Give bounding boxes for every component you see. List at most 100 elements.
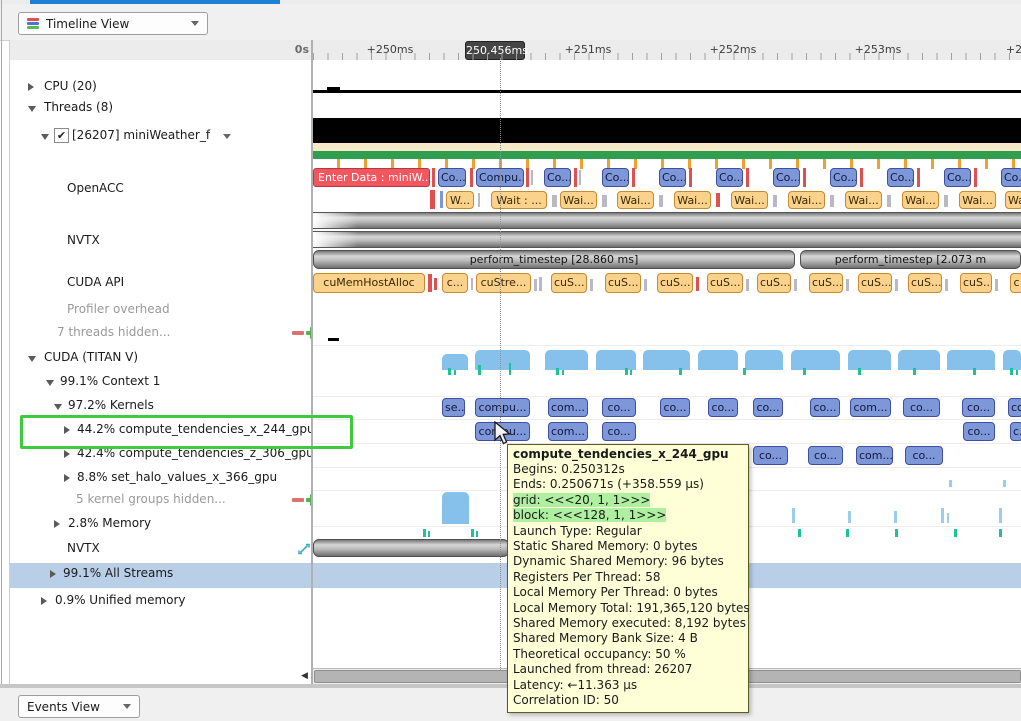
timeline-event-block[interactable]: perform_timestep [28.860 ms]: [313, 250, 795, 269]
expand-arrow-icon[interactable]: [28, 83, 38, 91]
timeline-event-block[interactable]: perform_timestep [2.073 m: [800, 250, 1021, 269]
timeline-event-block[interactable]: Wai...: [845, 191, 882, 209]
process-checkbox[interactable]: ✔: [54, 128, 69, 143]
sidebar-item-memory[interactable]: 2.8% Memory: [10, 513, 311, 534]
expand-arrow-icon[interactable]: [54, 520, 64, 528]
timeline-event-block[interactable]: cuS...: [960, 273, 992, 293]
timeline-event-block[interactable]: Co...: [773, 168, 800, 187]
timeline-mark: [471, 278, 473, 290]
timeline-event-block[interactable]: co...: [753, 398, 783, 417]
timeline-event-block[interactable]: co...: [602, 398, 636, 417]
timeline-event-block[interactable]: co...: [660, 398, 690, 417]
sidebar-item-kernels[interactable]: 97.2% Kernels: [10, 395, 311, 416]
sidebar-item-openacc[interactable]: OpenACC: [10, 178, 311, 199]
timeline-event-block[interactable]: cuStre...: [476, 273, 531, 293]
timeline-event-block[interactable]: cuS...: [657, 273, 693, 293]
expand-row-icon[interactable]: [297, 542, 311, 556]
remove-filter-icon[interactable]: [292, 498, 304, 502]
timeline-event-block[interactable]: W...: [446, 191, 474, 209]
process-menu-caret-icon[interactable]: [223, 134, 231, 143]
sidebar-item-nvtx-gpu[interactable]: NVTX: [10, 538, 311, 559]
collapse-arrow-icon[interactable]: [28, 106, 36, 116]
timeline-event-block[interactable]: co: [1008, 398, 1021, 417]
collapse-arrow-icon[interactable]: [46, 380, 54, 390]
collapse-arrow-icon[interactable]: [41, 134, 49, 144]
timeline-event-block[interactable]: com...: [548, 422, 588, 441]
timeline-event-block[interactable]: cuS...: [551, 273, 587, 293]
timeline-event-block[interactable]: se...: [442, 398, 465, 417]
sidebar-item-threads[interactable]: Threads (8): [10, 97, 311, 118]
timeline-event-block[interactable]: co...: [963, 422, 995, 441]
sidebar-item-process-26207[interactable]: ✔[26207] miniWeather_f: [10, 125, 311, 146]
timeline-event-block[interactable]: co...: [808, 446, 843, 465]
timeline-event-block[interactable]: cuS...: [858, 273, 892, 293]
timeline-event-block[interactable]: com...: [856, 446, 893, 465]
timeline-event-block[interactable]: Co...: [544, 168, 571, 187]
remove-filter-icon[interactable]: [292, 331, 304, 335]
timeline-event-block[interactable]: Enter Data : miniW...: [313, 168, 430, 187]
timeline-event-block[interactable]: Wai...: [560, 191, 597, 209]
timeline-event-block[interactable]: Co...: [1001, 168, 1021, 187]
timeline-event-block[interactable]: compu...: [475, 398, 530, 417]
timeline-event-block[interactable]: cuS...: [605, 273, 641, 293]
collapse-arrow-icon[interactable]: [28, 356, 36, 366]
expand-arrow-icon[interactable]: [64, 450, 74, 458]
time-ruler[interactable]: 0s 250.456ms +250ms+251ms+252ms+253ms+2: [10, 40, 1021, 61]
timeline-event-block[interactable]: Wa...: [1005, 191, 1021, 209]
sidebar-item-cuda-device[interactable]: CUDA (TITAN V): [10, 347, 311, 368]
timeline-event-block[interactable]: c...: [442, 273, 468, 293]
timeline-event-block[interactable]: co...: [903, 398, 940, 417]
timeline-event-block[interactable]: co...: [602, 422, 636, 441]
timeline-event-block[interactable]: co...: [962, 398, 995, 417]
events-view-selector[interactable]: Events View: [18, 695, 140, 718]
timeline-event-block[interactable]: Wai...: [674, 191, 711, 209]
timeline-event-block[interactable]: Wai...: [731, 191, 768, 209]
timeline-event-block[interactable]: Co...: [887, 168, 914, 187]
expand-arrow-icon[interactable]: [41, 597, 51, 605]
timeline-event-block[interactable]: Co...: [944, 168, 971, 187]
tooltip-line: Ends: 0.250671s (+358.559 μs): [513, 477, 743, 492]
timeline-event-block[interactable]: Wai...: [788, 191, 825, 209]
sidebar-item-profiler-overhead[interactable]: Profiler overhead: [10, 299, 311, 320]
expand-arrow-icon[interactable]: [64, 474, 74, 482]
collapse-arrow-icon[interactable]: [54, 404, 62, 414]
timeline-event-block[interactable]: Co...: [716, 168, 743, 187]
timeline-event-block[interactable]: com...: [548, 398, 588, 417]
sidebar-item-nvtx-thread[interactable]: NVTX: [10, 230, 311, 251]
sidebar-item-label: [26207] miniWeather_f: [72, 128, 210, 142]
sidebar-item-kernel-set-halo[interactable]: 8.8% set_halo_values_x_366_gpu: [10, 467, 311, 488]
timeline-event-block[interactable]: Co...: [659, 168, 686, 187]
openacc-wait-row: W...Wait : ...Wai...Wai...Wai...Wai...Wa…: [313, 189, 1021, 210]
timeline-view-selector[interactable]: Timeline View: [18, 12, 208, 35]
timeline-event-block[interactable]: Wai...: [959, 191, 996, 209]
timeline-event-block[interactable]: co...: [905, 446, 943, 465]
timeline-event-block[interactable]: Wai...: [617, 191, 654, 209]
sidebar-item-unified-memory[interactable]: 0.9% Unified memory: [10, 590, 311, 611]
timeline-event-block[interactable]: co...: [708, 398, 738, 417]
timeline-event-block[interactable]: Co...: [830, 168, 857, 187]
timeline-event-block[interactable]: cuMemHostAlloc: [313, 273, 425, 293]
timeline-event-block[interactable]: c: [1010, 273, 1021, 293]
scroll-left-arrow[interactable]: ◀: [301, 670, 311, 682]
timeline-event-block[interactable]: Co...: [602, 168, 629, 187]
timeline-event-block[interactable]: cuS...: [908, 273, 942, 293]
expand-arrow-icon[interactable]: [50, 570, 60, 578]
sidebar-item-context-1[interactable]: 99.1% Context 1: [10, 371, 311, 392]
timeline-event-block[interactable]: Wai...: [902, 191, 939, 209]
timeline-event-block[interactable]: com...: [850, 398, 891, 417]
sidebar-item-cpu[interactable]: CPU (20): [10, 76, 311, 97]
sidebar-item-kernel-groups-hidden[interactable]: 5 kernel groups hidden...: [10, 489, 311, 510]
timeline-event-block[interactable]: Co...: [438, 168, 466, 187]
tooltip-line: Dynamic Shared Memory: 96 bytes: [513, 554, 743, 569]
timeline-event-block[interactable]: co...: [753, 446, 788, 465]
timeline-event-block[interactable]: cuS...: [809, 273, 843, 293]
sidebar-item-threads-hidden[interactable]: 7 threads hidden...: [10, 322, 311, 343]
timeline-event-block[interactable]: co...: [810, 398, 840, 417]
timeline-event-block[interactable]: cuS...: [757, 273, 791, 293]
sidebar-item-cuda-api[interactable]: CUDA API: [10, 272, 311, 293]
timeline-event-block[interactable]: cuS...: [707, 273, 743, 293]
timeline-mark: [887, 195, 891, 207]
timeline-event-block[interactable]: c...: [1010, 422, 1021, 441]
timeline-mark: [898, 350, 940, 370]
sidebar-item-all-streams[interactable]: 99.1% All Streams: [10, 563, 311, 588]
